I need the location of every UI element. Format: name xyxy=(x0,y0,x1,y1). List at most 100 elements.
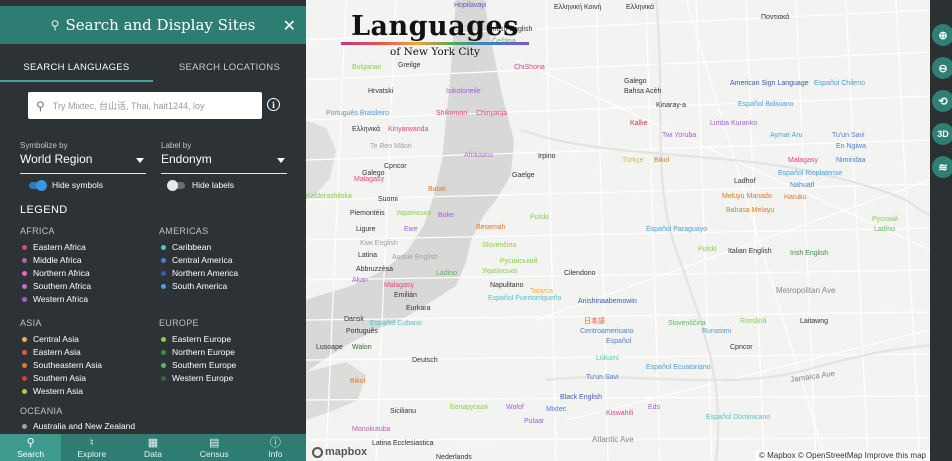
map-language-label[interactable]: Akan xyxy=(352,277,368,285)
map-language-label[interactable]: Suomi xyxy=(378,196,398,204)
map-language-label[interactable]: Galego xyxy=(624,78,647,86)
map-language-label[interactable]: Nederlands xyxy=(436,454,472,461)
map-language-label[interactable]: Português xyxy=(346,328,378,336)
map-language-label[interactable]: Polski xyxy=(530,214,549,222)
map-language-label[interactable]: Español Cubano xyxy=(370,320,422,328)
nav-info[interactable]: ⓘ Info xyxy=(245,434,306,461)
map-language-label[interactable]: Irish English xyxy=(790,250,828,258)
map-language-label[interactable]: Bikol xyxy=(350,378,365,386)
map-language-label[interactable]: Ewe xyxy=(404,226,418,234)
map-language-label[interactable]: Ελληνικά xyxy=(352,126,380,134)
map-language-label[interactable]: Twi Yoruba xyxy=(662,132,696,140)
map-language-label[interactable]: Español Chileno xyxy=(814,80,865,88)
map-language-label[interactable]: Dansk xyxy=(344,316,364,324)
map-language-label[interactable]: Aymar Aru xyxy=(770,132,803,140)
map-language-label[interactable]: Meluyu Manado xyxy=(722,193,772,201)
map-language-label[interactable]: Kalke xyxy=(630,120,648,128)
map-language-label[interactable]: Eds xyxy=(648,404,660,412)
map-language-label[interactable]: Português Brasileiro xyxy=(326,110,389,118)
map-language-label[interactable]: Nimiridaa xyxy=(836,157,866,165)
map-language-label[interactable]: Cpncor xyxy=(384,163,407,171)
tab-search-languages[interactable]: SEARCH LANGUAGES xyxy=(0,52,153,82)
map-language-label[interactable]: Eurkara xyxy=(406,305,431,313)
map-language-label[interactable]: Italian English xyxy=(728,248,772,256)
map-language-label[interactable]: Cpncor xyxy=(730,344,753,352)
map-language-label[interactable]: Hopilavayi xyxy=(454,2,486,10)
map-language-label[interactable]: Latina xyxy=(358,252,377,260)
map-language-label[interactable]: Ligure xyxy=(356,226,375,234)
map-language-label[interactable]: Irpino xyxy=(538,153,556,161)
map-language-label[interactable]: En Ngiwa xyxy=(836,143,866,151)
map-language-label[interactable]: Sicilianu xyxy=(390,408,416,416)
map-language-label[interactable]: Abbruzzèsa xyxy=(356,266,393,274)
hide-symbols-toggle[interactable]: Hide symbols xyxy=(29,179,103,191)
map-language-label[interactable]: Kalderashitska xyxy=(306,193,352,201)
nav-search[interactable]: ⚲ Search xyxy=(0,434,62,461)
map-language-label[interactable]: Ladhof xyxy=(734,178,755,186)
map-language-label[interactable]: Te Reo Māori xyxy=(370,143,412,151)
map-language-label[interactable]: Anishinaabemowin xyxy=(578,298,637,306)
map-language-label[interactable]: Runasimi xyxy=(702,328,731,336)
map-language-label[interactable]: Español Rioplatense xyxy=(778,170,842,178)
map-language-label[interactable]: Kinyarwanda xyxy=(388,126,428,134)
map-language-label[interactable]: Bikol xyxy=(654,157,669,165)
map-language-label[interactable]: Latina Ecclesiastica xyxy=(372,440,433,448)
map-language-label[interactable]: Kinaray-a xyxy=(656,102,686,110)
map-language-label[interactable]: 日本語 xyxy=(584,318,605,326)
map-language-label[interactable]: Malagasy xyxy=(354,176,384,184)
map-language-label[interactable]: Lusoape xyxy=(316,344,343,352)
map-language-label[interactable]: Centroamericano xyxy=(580,328,634,336)
map-language-label[interactable]: Napulitano xyxy=(490,282,523,290)
close-panel-button[interactable]: ✕ xyxy=(283,16,296,36)
map-language-label[interactable]: Español Dominicano xyxy=(706,414,770,422)
map-language-label[interactable]: Русинський xyxy=(500,258,537,266)
language-search-input[interactable] xyxy=(52,100,243,111)
map-language-label[interactable]: Boke xyxy=(438,212,454,220)
map-language-label[interactable]: Monokutuba xyxy=(352,426,391,434)
map-language-label[interactable]: Español Paraguayo xyxy=(646,226,707,234)
zoom-out-button[interactable]: ⊖ xyxy=(932,57,952,79)
nav-census[interactable]: ▤ Census xyxy=(184,434,245,461)
map-language-label[interactable]: Español xyxy=(606,338,631,346)
map-language-label[interactable]: Cilendono xyxy=(564,270,596,278)
map-language-label[interactable]: Slovenčina xyxy=(482,242,516,250)
map-language-label[interactable]: ChiShona xyxy=(514,64,545,72)
map-language-label[interactable]: Українська xyxy=(482,268,517,276)
reset-view-button[interactable]: ⟲ xyxy=(932,90,952,112)
map-language-label[interactable]: Русский xyxy=(872,216,898,224)
map-attribution[interactable]: © Mapbox © OpenStreetMap Improve this ma… xyxy=(755,450,930,461)
map-language-label[interactable]: Bahsa Acèh xyxy=(624,88,661,96)
map-language-label[interactable]: Español Boliviano xyxy=(738,101,794,109)
map-language-label[interactable]: Hrvatski xyxy=(368,88,393,96)
search-info-icon[interactable]: i xyxy=(267,98,280,111)
toggle-3d-button[interactable]: 3D xyxy=(932,123,952,145)
map-canvas[interactable]: HopilavayiΕλληνική ΚοινήBritish EnglishČ… xyxy=(306,0,930,461)
map-language-label[interactable]: Українська xyxy=(396,210,431,218)
map-language-label[interactable]: Tu'un Savi xyxy=(586,374,619,382)
map-language-label[interactable]: Ladino xyxy=(874,226,895,234)
map-language-label[interactable]: Ελληνικά xyxy=(626,4,654,12)
map-language-label[interactable]: Wolof xyxy=(506,404,524,412)
map-language-label[interactable]: American Sign Language xyxy=(730,80,809,88)
label-by-select[interactable]: Endonym xyxy=(161,152,287,174)
map-language-label[interactable]: Greilge xyxy=(398,62,421,70)
map-language-label[interactable]: Română xyxy=(740,318,766,326)
symbolize-by-select[interactable]: World Region xyxy=(20,152,146,174)
map-language-label[interactable]: Haruku xyxy=(784,194,807,202)
map-language-label[interactable]: Tu'un Savi xyxy=(832,132,865,140)
map-language-label[interactable]: Besemah xyxy=(476,224,506,232)
map-language-label[interactable]: Kiswahili xyxy=(606,410,633,418)
map-language-label[interactable]: Aussie English xyxy=(392,254,438,262)
map-language-label[interactable]: Ελληνική Κοινή xyxy=(554,4,601,12)
layers-button[interactable]: ≋ xyxy=(932,156,952,178)
map-language-label[interactable]: Afrikaans xyxy=(464,152,493,160)
nav-explore[interactable]: ♮ Explore xyxy=(61,434,122,461)
map-language-label[interactable]: Bulgarian xyxy=(352,64,382,72)
map-language-label[interactable]: Malagasy xyxy=(788,157,818,165)
map-language-label[interactable]: Black English xyxy=(560,394,602,402)
map-language-label[interactable]: Polski xyxy=(698,246,717,254)
map-language-label[interactable]: Bahasa Melayu xyxy=(726,207,774,215)
map-language-label[interactable]: Malagasy xyxy=(384,282,414,290)
map-language-label[interactable]: Chinyanja xyxy=(476,110,507,118)
map-language-label[interactable]: Lùkumí xyxy=(596,355,619,363)
